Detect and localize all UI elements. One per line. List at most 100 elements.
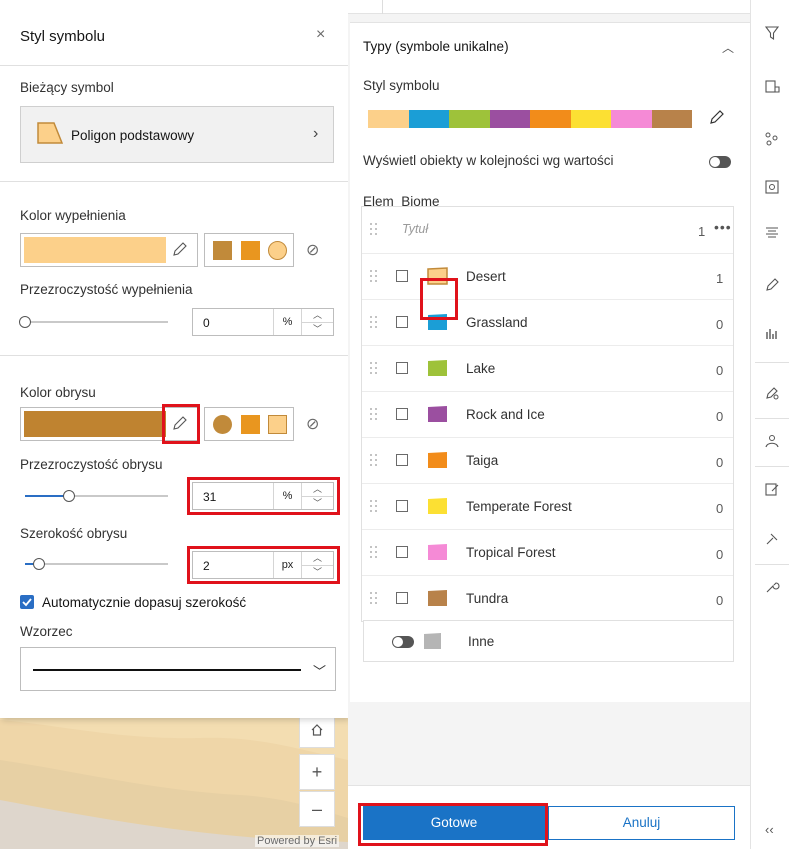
outline-width-input[interactable]: 2 px ︿ ﹀ [192,551,334,579]
clustering-icon[interactable] [751,118,792,160]
chevron-up-icon[interactable]: ︿ [302,309,333,322]
item-swatch[interactable] [427,266,449,286]
fill-color-picker[interactable] [20,233,198,267]
zoom-in-button[interactable]: + [299,754,335,790]
current-symbol-button[interactable]: Poligon podstawowy › [20,106,334,163]
item-checkbox[interactable] [396,316,408,328]
item-checkbox[interactable] [396,500,408,512]
drag-handle-icon[interactable] [370,270,378,284]
item-checkbox[interactable] [396,592,408,604]
filter-icon[interactable] [751,12,792,54]
auto-adjust-checkbox[interactable] [20,595,34,609]
drag-handle-icon[interactable] [370,362,378,376]
fill-transparency-input[interactable]: 0 % ︿ ﹀ [192,308,334,336]
pencil-icon[interactable] [171,240,189,258]
types-title[interactable]: Typy (symbole unikalne) [363,39,509,54]
map-view[interactable] [0,700,348,849]
pin-icon[interactable] [751,518,792,560]
item-checkbox[interactable] [396,362,408,374]
drag-handle-icon[interactable] [370,592,378,606]
drag-handle-icon[interactable] [370,408,378,422]
item-checkbox[interactable] [396,546,408,558]
fill-transparency-thumb[interactable] [19,316,31,328]
other-swatch[interactable] [422,631,444,651]
edit-icon[interactable] [751,468,792,510]
fill-transparency-slider[interactable] [25,321,168,323]
styles-icon[interactable] [751,264,792,306]
item-checkbox[interactable] [396,270,408,282]
done-button[interactable]: Gotowe [363,806,545,840]
close-icon[interactable]: × [316,26,325,44]
item-swatch[interactable] [427,588,449,608]
outline-color-swatch[interactable] [24,411,166,437]
outline-preset-1[interactable] [213,415,232,434]
item-swatch[interactable] [427,450,449,470]
order-by-value-toggle[interactable] [709,156,731,168]
outline-width-thumb[interactable] [33,558,46,570]
powered-by-esri[interactable]: Powered by Esri [255,835,340,847]
chevron-up-icon[interactable]: ︿ [302,483,333,496]
right-toolbar: ‹‹ [750,0,792,849]
chevron-down-icon[interactable]: ﹀ [302,565,333,578]
item-swatch[interactable] [427,312,449,332]
drag-handle-icon[interactable] [370,454,378,468]
outline-transparency-thumb[interactable] [63,490,76,502]
fill-preset-3[interactable] [268,241,287,260]
analysis-icon[interactable] [751,420,792,462]
no-color-icon[interactable]: ⊘ [306,414,319,434]
pencil-icon[interactable] [171,414,189,432]
chevron-up-icon[interactable]: ︿ [722,39,734,56]
settings-icon[interactable] [751,566,792,608]
list-item: Tundra 0 [362,575,733,621]
outline-transparency-value[interactable]: 31 [203,490,216,504]
outline-transparency-input[interactable]: 31 % ︿ ﹀ [192,482,334,510]
fill-transparency-stepper[interactable]: ︿ ﹀ [301,309,333,335]
outline-preset-2[interactable] [241,415,260,434]
outline-color-picker[interactable] [20,407,198,441]
ramp-color-3 [449,110,490,128]
item-swatch[interactable] [427,358,449,378]
item-checkbox[interactable] [396,408,408,420]
popups-icon[interactable] [751,166,792,208]
item-checkbox[interactable] [396,454,408,466]
pencil-icon[interactable] [708,108,726,126]
item-swatch[interactable] [427,496,449,516]
outline-preset-3[interactable] [268,415,287,434]
fill-preset-1[interactable] [213,241,232,260]
other-toggle[interactable] [392,636,414,648]
drag-handle-icon[interactable] [370,500,378,514]
fill-transparency-label: Przezroczystość wypełnienia [20,282,193,297]
fill-color-swatch[interactable] [24,237,166,263]
item-swatch[interactable] [427,404,449,424]
map-properties-icon[interactable] [751,66,792,108]
pattern-dropdown[interactable]: ﹀ [20,647,336,691]
outline-width-value[interactable]: 2 [203,559,210,573]
no-color-icon[interactable]: ⊘ [306,240,319,260]
collapse-toolbar-icon[interactable]: ‹‹ [765,822,774,837]
chevron-down-icon[interactable]: ﹀ [302,496,333,509]
fill-preset-2[interactable] [241,241,260,260]
more-options-icon[interactable]: ••• [714,219,732,235]
chevron-down-icon[interactable]: ﹀ [302,322,333,335]
item-swatch[interactable] [427,542,449,562]
outline-width-stepper[interactable]: ︿ ﹀ [301,552,333,578]
color-ramp[interactable] [368,110,692,128]
auto-adjust-label[interactable]: Automatycznie dopasuj szerokość [42,595,246,610]
title-placeholder[interactable]: Tytuł [402,222,428,236]
ramp-color-4 [489,110,530,128]
zoom-out-button[interactable]: – [299,791,335,827]
sketch-icon[interactable] [751,372,792,414]
charts-icon[interactable] [751,312,792,354]
drag-handle-icon[interactable] [370,223,378,237]
symbol-style-header: Styl symbolu × [0,0,348,66]
chevron-up-icon[interactable]: ︿ [302,552,333,565]
drag-handle-icon[interactable] [370,316,378,330]
types-panel: Typy (symbole unikalne) ︿ Styl symbolu W… [348,0,750,849]
outline-transparency-stepper[interactable]: ︿ ﹀ [301,483,333,509]
fields-icon[interactable] [751,212,792,254]
cancel-button[interactable]: Anuluj [548,806,735,840]
drag-handle-icon[interactable] [370,546,378,560]
outline-width-slider[interactable] [25,563,168,565]
fill-transparency-value[interactable]: 0 [203,316,210,330]
item-count: 0 [716,409,724,424]
